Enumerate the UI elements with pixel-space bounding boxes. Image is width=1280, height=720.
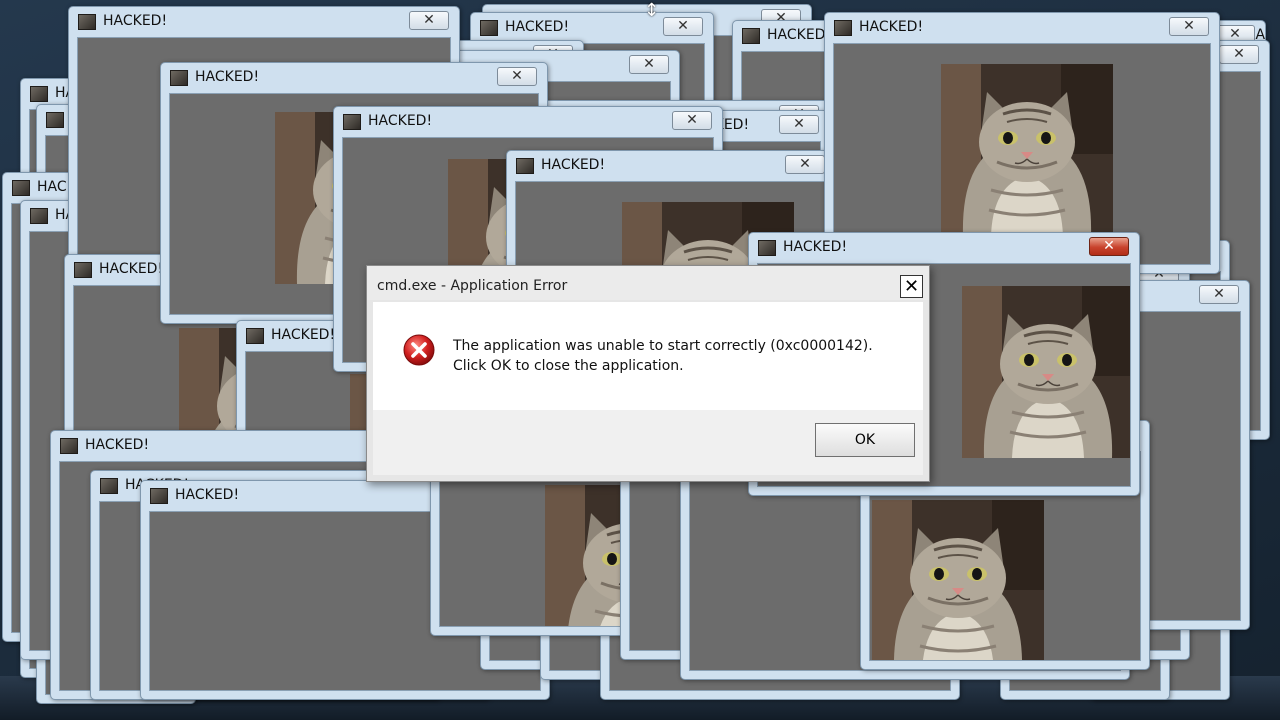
window-title: HACKED!	[195, 69, 260, 85]
close-icon: ✕	[677, 18, 689, 34]
cat-thumbnail-icon	[742, 28, 760, 44]
window-title: HACKED!	[175, 487, 240, 503]
cat-thumbnail-icon	[758, 240, 776, 256]
cat-thumbnail-icon	[30, 208, 48, 224]
close-icon: ✕	[1213, 286, 1225, 302]
close-icon: ✕	[686, 112, 698, 128]
dialog-footer: OK	[373, 410, 923, 475]
cat-photo	[962, 286, 1130, 458]
window-title-bar[interactable]: HACKED! ✕	[507, 151, 835, 181]
window-title: HACKED!	[505, 19, 570, 35]
close-button[interactable]: ✕	[779, 115, 819, 134]
window-title: HACKED!	[271, 327, 336, 343]
cat-thumbnail-icon	[46, 112, 64, 128]
close-button[interactable]: ✕	[1169, 17, 1209, 36]
dialog-title-bar[interactable]: cmd.exe - Application Error ✕	[367, 266, 929, 300]
close-button[interactable]: ✕	[1219, 45, 1259, 64]
close-icon: ✕	[511, 68, 523, 84]
close-button[interactable]: ✕	[629, 55, 669, 74]
cat-thumbnail-icon	[516, 158, 534, 174]
window-title-bar[interactable]: HACKED! ✕	[825, 13, 1219, 43]
error-icon	[403, 334, 435, 366]
window-title-bar[interactable]: HACKED! ✕	[69, 7, 459, 37]
dialog-close-button[interactable]: ✕	[900, 275, 923, 298]
close-button[interactable]: ✕	[409, 11, 449, 30]
cat-photo	[941, 64, 1113, 236]
cat-thumbnail-icon	[30, 86, 48, 102]
window-title: HACKED!	[541, 157, 606, 173]
cat-thumbnail-icon	[343, 114, 361, 130]
window-title: HACKED!	[859, 19, 924, 35]
window-title: HACKED!	[99, 261, 164, 277]
cat-thumbnail-icon	[74, 262, 92, 278]
window-title-bar[interactable]: HACKED! ✕	[749, 233, 1139, 263]
close-icon: ✕	[799, 156, 811, 172]
cat-thumbnail-icon	[480, 20, 498, 36]
window-title: HACKED!	[368, 113, 433, 129]
dialog-body: The application was unable to start corr…	[373, 302, 923, 410]
window-title: HACKED!	[85, 437, 150, 453]
close-button[interactable]: ✕	[785, 155, 825, 174]
close-icon: ✕	[1103, 238, 1115, 254]
error-message: The application was unable to start corr…	[453, 338, 873, 374]
cat-thumbnail-icon	[12, 180, 30, 196]
window-title-bar[interactable]: HACKED! ✕	[161, 63, 547, 93]
close-icon: ✕	[1233, 46, 1245, 62]
close-button[interactable]: ✕	[1089, 237, 1129, 256]
cat-thumbnail-icon	[100, 478, 118, 494]
close-icon: ✕	[1183, 18, 1195, 34]
cat-thumbnail-icon	[78, 14, 96, 30]
window-title: HACKED!	[783, 239, 848, 255]
cat-photo	[872, 500, 1044, 660]
window-title: HACKED!	[767, 27, 832, 43]
application-error-dialog: cmd.exe - Application Error ✕ The applic…	[366, 265, 930, 482]
close-icon: ✕	[643, 56, 655, 72]
cat-thumbnail-icon	[246, 328, 264, 344]
cat-thumbnail-icon	[834, 20, 852, 36]
cat-thumbnail-icon	[60, 438, 78, 454]
window-title: HACKED!	[103, 13, 168, 29]
window-title-bar[interactable]: HACKED! ✕	[334, 107, 722, 137]
close-button[interactable]: ✕	[672, 111, 712, 130]
ok-button[interactable]: OK	[815, 423, 915, 457]
close-button[interactable]: ✕	[497, 67, 537, 86]
window-title-bar[interactable]: HACKED! ✕	[471, 13, 713, 43]
dialog-title: cmd.exe - Application Error	[377, 278, 568, 294]
close-button[interactable]: ✕	[1199, 285, 1239, 304]
close-icon: ✕	[793, 116, 805, 132]
close-icon: ✕	[423, 12, 435, 28]
cat-thumbnail-icon	[170, 70, 188, 86]
cat-thumbnail-icon	[150, 488, 168, 504]
close-button[interactable]: ✕	[663, 17, 703, 36]
resize-cursor-icon: ↕	[644, 0, 660, 21]
